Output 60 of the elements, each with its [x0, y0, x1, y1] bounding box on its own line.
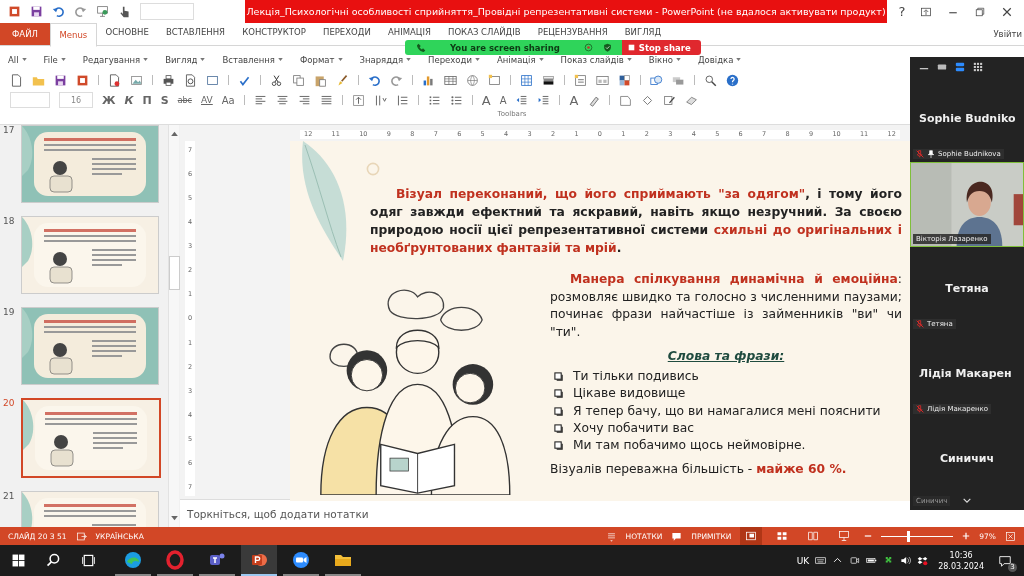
menu-item[interactable]: Знаряддя	[359, 54, 412, 65]
format-button[interactable]: abc	[177, 95, 192, 105]
stop-share-button[interactable]: Stop share	[621, 40, 701, 55]
slide-number: 21	[3, 491, 16, 501]
slide-number: 20	[3, 398, 16, 408]
menu-item[interactable]: Довідка	[697, 54, 742, 65]
format-button[interactable]: Aa	[221, 94, 235, 106]
ribbon-tab[interactable]: ПОКАЗ СЛАЙДІВ	[439, 23, 530, 40]
ribbon-tab[interactable]: АНІМАЦІЯ	[379, 23, 440, 40]
menu-item[interactable]: Вікно	[648, 54, 681, 65]
notes-placeholder[interactable]: Торкніться, щоб додати нотатки	[187, 507, 369, 520]
font-size-field[interactable]: 16	[59, 92, 93, 108]
format-button[interactable]: Ж	[102, 93, 116, 107]
font-color-button[interactable]: A	[569, 92, 579, 108]
menu-item[interactable]: Анімація	[497, 54, 544, 65]
slide-number: 17	[3, 125, 16, 135]
font-size-button[interactable]: A	[481, 92, 491, 108]
format-button[interactable]: AV	[201, 95, 213, 105]
clock-time[interactable]: 10:36	[949, 549, 973, 561]
screen-sharing-status: You are screen sharing	[450, 42, 560, 53]
slide-number: 19	[3, 307, 16, 317]
menu-item[interactable]: Редагування	[82, 54, 149, 65]
format-button[interactable]: К	[124, 93, 134, 107]
menu-item[interactable]: Вигляд	[165, 54, 206, 65]
ribbon-tab[interactable]: ПЕРЕХОДИ	[314, 23, 380, 40]
menu-item[interactable]: Переходи	[428, 54, 480, 65]
ribbon-tab[interactable]: КОНСТРУКТОР	[233, 23, 315, 40]
ribbon-tab[interactable]: ВИГЛЯД	[616, 23, 670, 40]
window-title: Лекція_Психологічні особливості сприйняття_Провідні репрезентативні системи - PowerPoint (не вдалося активувати продукт)	[245, 0, 887, 23]
phrase-text: Цікаве видовище	[573, 385, 686, 403]
menu-item[interactable]: Формат	[300, 54, 343, 65]
menu-item[interactable]: Показ слайдів	[560, 54, 632, 65]
ribbon-tab[interactable]: Menus	[49, 23, 97, 47]
slide-number: 18	[3, 216, 16, 226]
format-button[interactable]: S	[160, 93, 169, 107]
participant-name: Синичич	[939, 452, 995, 465]
ribbon-tab[interactable]: ОСНОВНЕ	[96, 23, 158, 40]
input-language[interactable]: UK	[796, 555, 810, 566]
menu-item[interactable]: File	[43, 54, 66, 65]
ribbon-tab[interactable]: РЕЦЕНЗУВАННЯ	[529, 23, 617, 40]
participant-name: Тетяна	[944, 282, 990, 295]
phrase-text: Я тепер бачу, що ви намагалися мені пояснити	[573, 402, 881, 420]
slide-paragraph: Візуал переконаний, що його сприймають "за одягом", і тому його одяг завжди ефектний та яскравий, навіть якщо незручний. За своєю природою носії цієї репрезентативної системи схильні до оригінальних і необґрунтованих фантазій та мрій.	[370, 186, 902, 257]
format-button[interactable]: П	[142, 93, 152, 107]
menu-item[interactable]: All	[8, 54, 27, 65]
clock-date[interactable]: 28.03.2024	[938, 560, 984, 572]
slide-paragraph: Візуалів переважна більшість - майже 60 %.	[550, 462, 848, 477]
font-size-button[interactable]: A	[499, 94, 507, 106]
slide-paragraph: Манера спілкування динамічна й емоційна: розмовляє швидко та голосно з численними паузами; починає фрази найчастіше із займенників "ви" чи "ти".	[550, 271, 902, 341]
sign-in-link[interactable]: Увійти	[993, 29, 1024, 39]
ribbon-tab[interactable]: ВСТАВЛЕННЯ	[157, 23, 234, 40]
ribbon-tab[interactable]: ФАЙЛ	[0, 23, 50, 45]
participant-name: Sophie Budniko	[919, 112, 1016, 125]
phrase-text: Хочу побачити вас	[573, 419, 694, 437]
phrase-text: Ми там побачимо щось неймовірне.	[573, 437, 806, 455]
help-button[interactable]: ?	[898, 4, 906, 19]
slide-heading: Слова та фрази:	[666, 349, 786, 363]
menu-item[interactable]: Вставлення	[222, 54, 283, 65]
phrase-text: Ти тільки подивись	[573, 368, 699, 385]
participant-name: Лідія Макарен	[919, 367, 1012, 380]
